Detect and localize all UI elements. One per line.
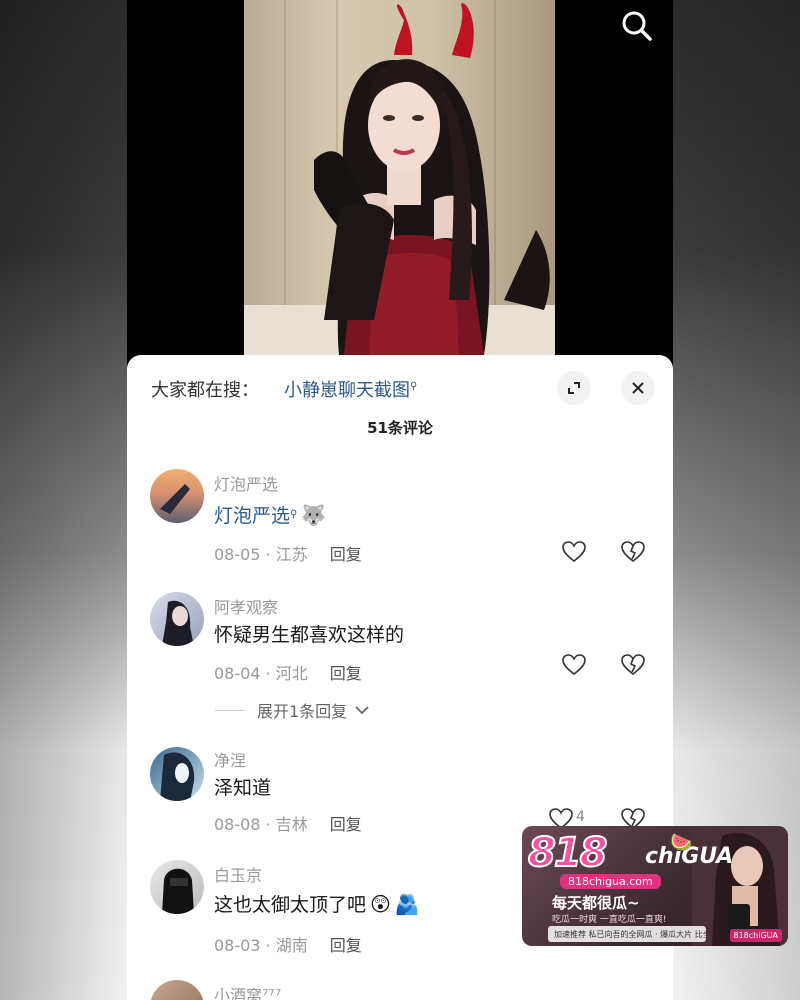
reply-button[interactable]: 回复 xyxy=(330,545,362,564)
comment-location: 江苏 xyxy=(275,545,308,564)
astonished-emoji-icon: 😲 xyxy=(370,891,391,916)
comment-date: 08-03 xyxy=(214,936,261,955)
comment-meta: 08-03 · 湖南 回复 xyxy=(214,936,362,955)
comment-text-content: 这也太御太顶了吧 xyxy=(214,894,367,916)
broken-heart-icon xyxy=(621,541,645,563)
comment-link[interactable]: 灯泡严选 xyxy=(214,501,290,528)
ad-info-bar: 加速推荐 私已向吾的全网瓜 · 爆瓜大片 比全网更快看 xyxy=(548,926,706,942)
ad-logo: 818 xyxy=(527,829,608,877)
avatar-image xyxy=(162,868,194,914)
hugging-couple-emoji-icon: 🫂 xyxy=(394,891,420,916)
ad-badge: 818chiGUA xyxy=(729,929,782,942)
comment-location: 湖南 xyxy=(275,936,308,955)
close-icon xyxy=(632,382,644,394)
comment-text: 这也太御太顶了吧 😲 🫂 xyxy=(214,890,420,917)
search-icon xyxy=(622,11,652,41)
dislike-button[interactable] xyxy=(619,651,647,679)
expand-divider xyxy=(215,709,245,711)
comment-text: 怀疑男生都喜欢这样的 xyxy=(214,624,405,646)
expand-replies-label: 展开1条回复 xyxy=(257,702,348,721)
comment-username[interactable]: 白玉京 xyxy=(214,862,262,886)
avatar[interactable] xyxy=(150,469,204,523)
heart-icon xyxy=(562,654,586,676)
chevron-down-icon xyxy=(355,706,369,715)
comment-meta: 08-08 · 吉林 回复 xyxy=(214,815,362,834)
ad-slogan: 每天都很瓜~ xyxy=(552,894,640,912)
comment-meta: 08-04 · 河北 回复 xyxy=(214,664,362,683)
watermark-ad-banner[interactable]: 818 chiGUA 🍉 818chigua.com 每天都很瓜~ 吃瓜一时爽 … xyxy=(522,826,788,946)
comment-username[interactable]: 灯泡严选 xyxy=(214,471,278,495)
avatar-image xyxy=(160,752,195,801)
husky-emoji-icon: 🐺 xyxy=(301,502,327,527)
like-count: 4 xyxy=(576,809,585,825)
like-button[interactable] xyxy=(560,651,588,679)
reply-button[interactable]: 回复 xyxy=(330,936,362,955)
avatar-image xyxy=(162,600,194,646)
comment-count: 51条评论 xyxy=(367,419,433,437)
comment-date: 08-04 xyxy=(214,664,261,683)
sheet-header: 大家都在搜： 小静崽聊天截图⚲ xyxy=(151,371,655,405)
avatar[interactable] xyxy=(150,860,204,914)
expand-replies-button[interactable]: 展开1条回复 xyxy=(215,698,369,722)
comment-username[interactable]: 小酒窝⁷⁷⁷ xyxy=(214,982,281,1000)
dislike-button[interactable] xyxy=(619,538,647,566)
expand-icon xyxy=(568,382,580,394)
avatar[interactable] xyxy=(150,980,204,1000)
comment-location: 吉林 xyxy=(275,815,308,834)
ad-url: 818chigua.com xyxy=(560,874,661,889)
avatar[interactable] xyxy=(150,592,204,646)
comment-date: 08-08 xyxy=(214,815,261,834)
watermelon-icon: 🍉 xyxy=(670,832,693,853)
comment-text: 灯泡严选 ⚲ 🐺 xyxy=(214,501,326,528)
broken-heart-icon xyxy=(621,654,645,676)
avatar-image xyxy=(160,484,190,514)
search-mini-icon: ⚲ xyxy=(290,509,298,520)
comment-meta: 08-05 · 江苏 回复 xyxy=(214,545,362,564)
expand-button[interactable] xyxy=(557,371,591,405)
hot-search-link[interactable]: 小静崽聊天截图⚲ xyxy=(284,376,417,402)
comment-text: 泽知道 xyxy=(214,777,272,799)
comment-username[interactable]: 净涅 xyxy=(214,747,246,771)
search-mini-icon: ⚲ xyxy=(410,381,418,392)
avatar[interactable] xyxy=(150,747,204,801)
video-frame-figure xyxy=(244,3,555,355)
reply-button[interactable]: 回复 xyxy=(330,664,362,683)
reply-button[interactable]: 回复 xyxy=(330,815,362,834)
hot-search-prefix: 大家都在搜： xyxy=(151,380,259,401)
video-player[interactable] xyxy=(244,0,555,355)
comment-date: 08-05 xyxy=(214,545,261,564)
comment-location: 河北 xyxy=(275,664,308,683)
comment-username[interactable]: 阿孝观察 xyxy=(214,594,278,618)
like-button[interactable] xyxy=(560,538,588,566)
close-button[interactable] xyxy=(621,371,655,405)
search-button[interactable] xyxy=(619,8,655,44)
ad-subtitle: 吃瓜一时爽 一直吃瓜一直爽! xyxy=(552,915,667,925)
background-left-fade xyxy=(0,0,127,1000)
heart-icon xyxy=(562,541,586,563)
